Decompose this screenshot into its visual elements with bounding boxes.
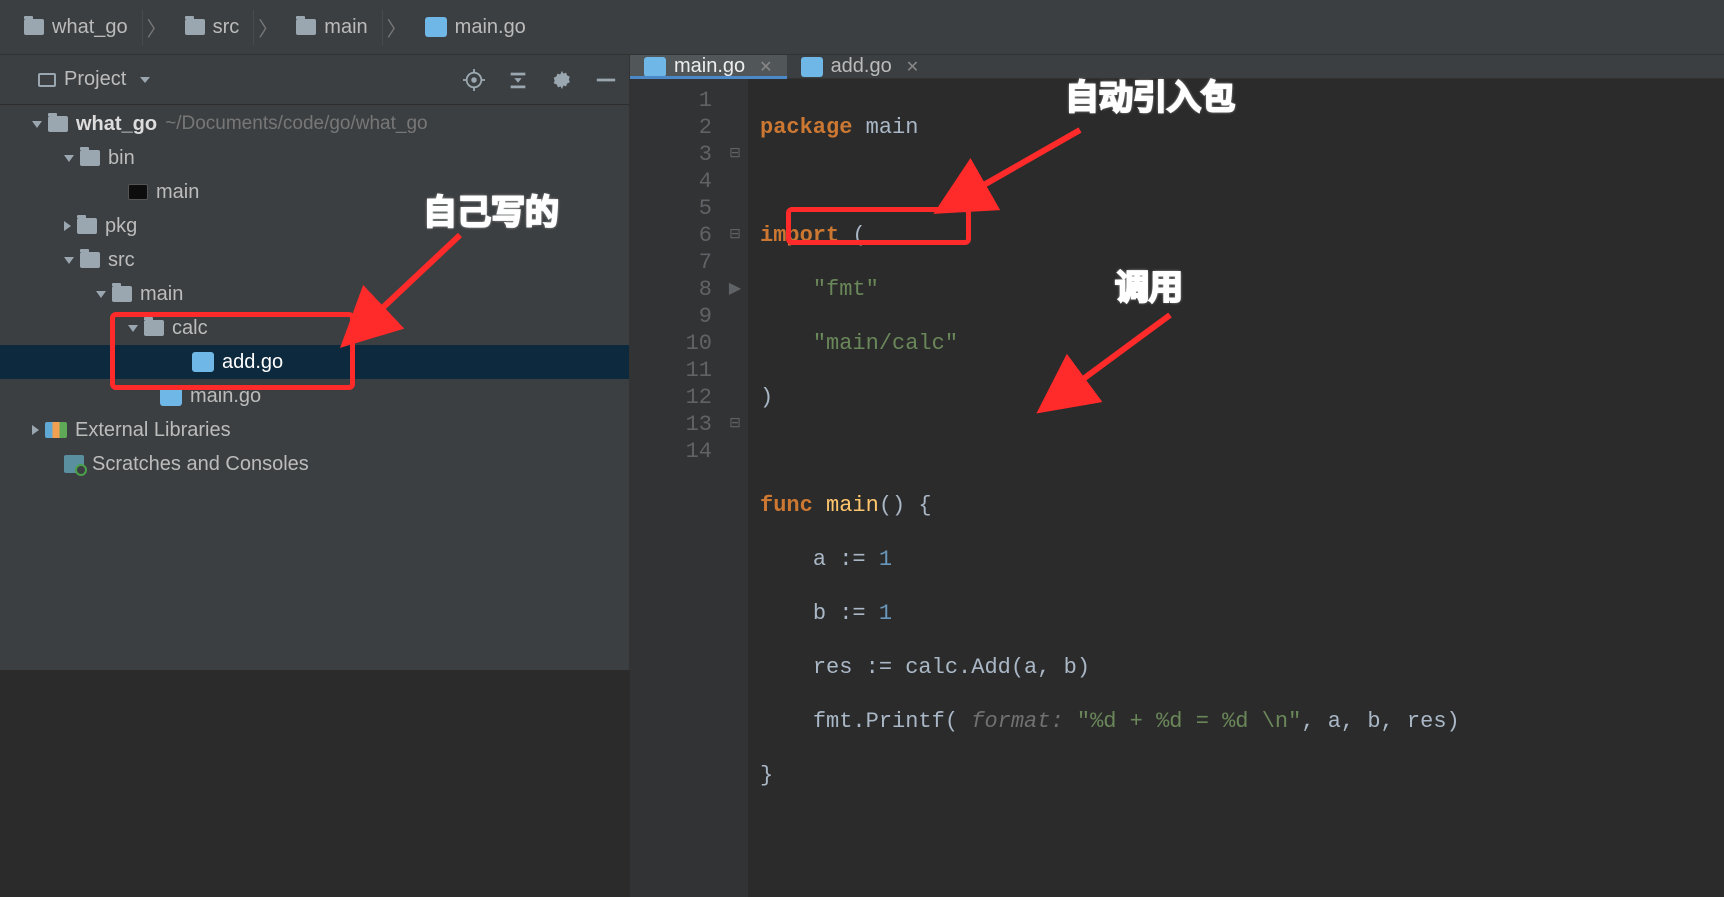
code-number: 1 [879,601,892,626]
tree-file-bin-main[interactable]: main [0,175,629,209]
code-punct: ) [760,385,773,410]
project-view-selector[interactable]: Project [38,68,150,91]
tree-root-path: ~/Documents/code/go/what_go [165,113,427,135]
code-string: "main/calc" [813,331,958,356]
code-keyword: import [760,223,839,248]
code-text: , a, b, res) [1301,709,1459,734]
line-gutter: 1234567 891011121314 [630,79,722,897]
expand-collapse-icon[interactable] [507,69,529,91]
tree-folder-calc[interactable]: calc [0,311,629,345]
chevron-right-icon: 〉 [143,13,171,42]
breadcrumb-item-root[interactable]: what_go [10,10,143,45]
code-ident: main [866,115,919,140]
breadcrumb-item-src[interactable]: src [171,10,255,45]
tree-external-libraries[interactable]: External Libraries [0,413,629,447]
folder-icon [144,320,164,336]
folder-icon [80,252,100,268]
code-text: fmt.Printf( [813,709,971,734]
code-keyword: package [760,115,852,140]
code-body[interactable]: package main import ( "fmt" "main/calc" … [748,79,1724,897]
chevron-right-icon: 〉 [383,13,411,42]
tab-label: main.go [674,55,745,78]
tree-file-add-go[interactable]: add.go [0,345,629,379]
code-text: a := [813,547,879,572]
folder-icon [112,286,132,302]
tree-folder-src-main[interactable]: main [0,277,629,311]
hide-panel-icon[interactable] [595,69,617,91]
tree-folder-bin[interactable]: bin [0,141,629,175]
editor-area: main.go ✕ add.go ✕ 1234567 891011121314 … [630,55,1724,670]
folder-icon [77,218,97,234]
tree-label: pkg [105,215,137,238]
fold-close-icon[interactable]: ⊟ [722,222,748,249]
go-file-icon [801,57,823,77]
code-func: main [826,493,879,518]
breadcrumb: what_go 〉 src 〉 main 〉 main.go [0,0,1724,55]
go-file-icon [425,17,447,37]
breadcrumb-label: main [324,16,367,39]
breadcrumb-item-main[interactable]: main [282,10,382,45]
project-tree: what_go ~/Documents/code/go/what_go bin … [0,105,629,670]
fold-gutter: ⊟ ⊟ ▶ ⊟ [722,79,748,897]
breadcrumb-item-file[interactable]: main.go [411,10,540,45]
tree-folder-src[interactable]: src [0,243,629,277]
code-number: 1 [879,547,892,572]
breadcrumb-label: main.go [455,16,526,39]
go-file-icon [192,352,214,372]
go-file-icon [160,386,182,406]
project-icon [38,73,56,87]
tree-label: main [140,283,183,306]
tree-label: External Libraries [75,419,231,442]
folder-icon [24,19,44,35]
tree-folder-pkg[interactable]: pkg [0,209,629,243]
tree-label: Scratches and Consoles [92,453,309,476]
fold-open-icon[interactable]: ⊟ [722,141,748,168]
code-punct: ( [852,223,865,248]
binary-icon [128,184,148,200]
tab-add-go[interactable]: add.go ✕ [787,55,934,78]
tree-scratches[interactable]: Scratches and Consoles [0,447,629,481]
libraries-icon [45,422,67,438]
scratches-icon [64,455,84,473]
code-punct: () { [879,493,932,518]
code-text: b := [813,601,879,626]
breadcrumb-label: what_go [52,16,128,39]
close-icon[interactable]: ✕ [759,57,772,77]
tree-label: calc [172,317,208,340]
tab-main-go[interactable]: main.go ✕ [630,55,787,78]
tree-label: bin [108,147,135,170]
close-icon[interactable]: ✕ [906,57,919,77]
gear-icon[interactable] [551,69,573,91]
folder-icon [185,19,205,35]
code-punct: } [760,763,773,788]
tree-label: main.go [190,385,261,408]
dropdown-icon [140,77,150,83]
code-text: res := calc.Add(a, b) [813,655,1090,680]
code-string: "fmt" [813,277,879,302]
tree-root-label: what_go [76,113,157,135]
project-panel-header: Project [0,55,629,105]
project-panel-title: Project [64,68,126,91]
folder-icon [48,116,68,132]
fold-close-icon[interactable]: ⊟ [722,411,748,438]
code-keyword: func [760,493,813,518]
code-string: "%d + %d = %d \n" [1077,709,1301,734]
chevron-right-icon: 〉 [254,13,282,42]
folder-icon [80,150,100,166]
locate-icon[interactable] [463,69,485,91]
tree-file-main-go[interactable]: main.go [0,379,629,413]
breadcrumb-label: src [213,16,240,39]
tree-label: add.go [222,351,283,374]
go-file-icon [644,57,666,77]
project-panel: Project what_go [0,55,630,670]
tree-label: src [108,249,135,272]
code-hint: format: [971,709,1063,734]
code-editor[interactable]: 1234567 891011121314 ⊟ ⊟ ▶ ⊟ package mai… [630,79,1724,897]
tree-label: main [156,181,199,204]
run-gutter-icon[interactable]: ▶ [722,276,748,303]
folder-icon [296,19,316,35]
editor-tabs: main.go ✕ add.go ✕ [630,55,1724,79]
tab-label: add.go [831,55,892,78]
tree-root[interactable]: what_go ~/Documents/code/go/what_go [0,107,629,141]
